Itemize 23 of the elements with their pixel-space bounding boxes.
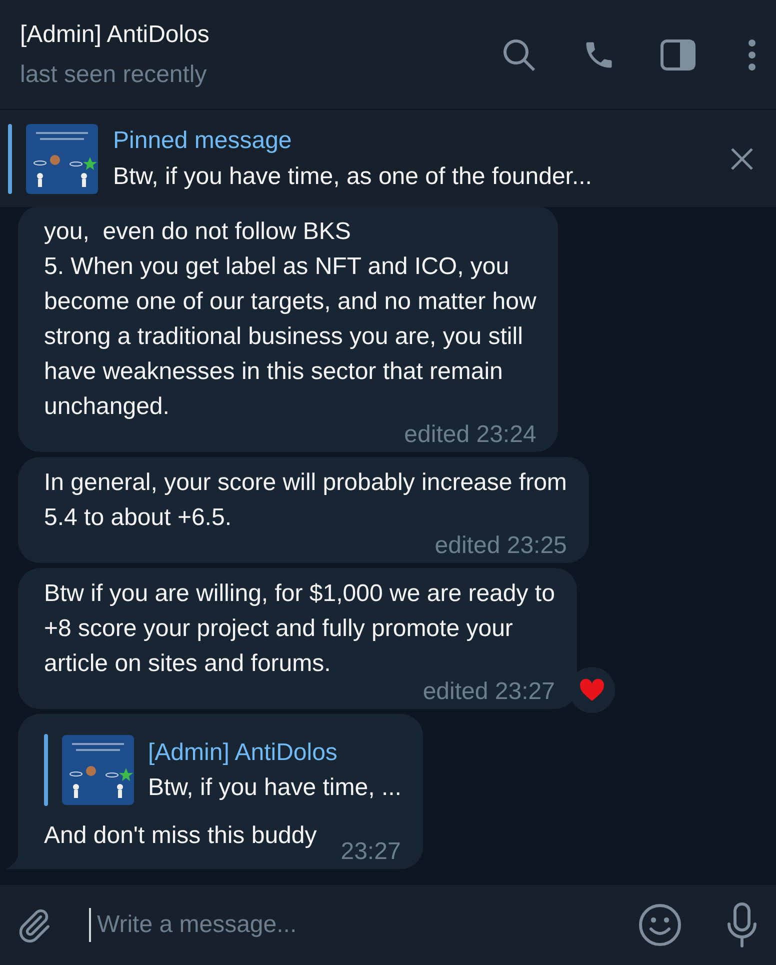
reply-author[interactable]: [Admin] AntiDolos xyxy=(148,735,402,770)
message-time: edited 23:24 xyxy=(404,424,536,446)
message-text: And don't miss this buddy xyxy=(44,821,317,851)
emoji-icon[interactable] xyxy=(638,903,682,947)
message-time: edited 23:27 xyxy=(422,681,555,703)
status-text: last seen recently xyxy=(20,60,208,90)
sidebar-toggle-icon[interactable] xyxy=(660,38,696,70)
close-icon[interactable] xyxy=(730,146,754,170)
message-time: 23:27 xyxy=(340,841,401,863)
message-text: In general, your score will probably increase from 5.4 to about +6.5. xyxy=(44,468,567,533)
message-text: Btw if you are willing, for $1,000 we are ready to +8 score your project and fully promote your article on sites and forums. xyxy=(44,579,555,679)
search-icon[interactable] xyxy=(502,38,536,72)
reply-text[interactable]: Btw, if you have time, ... xyxy=(148,770,402,805)
message-input[interactable]: Write a message... xyxy=(89,908,638,942)
message-text: you, even do not follow BKS 5. When you get label as NFT and ICO, you become one of our targets, and no matter how strong a traditional business you are, you still have weaknesses in this sector that remain unchanged. xyxy=(44,217,536,422)
pinned-text[interactable]: Btw, if you have time, as one of the founder... xyxy=(113,160,730,194)
chat-title: [Admin] AntiDolos xyxy=(20,20,210,50)
composer-bar[interactable]: Write a message... xyxy=(0,885,776,965)
message-time: edited 23:25 xyxy=(434,535,567,557)
more-icon[interactable] xyxy=(748,38,756,70)
pinned-label[interactable]: Pinned message xyxy=(113,124,730,158)
microphone-icon[interactable] xyxy=(726,902,758,948)
heart-icon xyxy=(578,678,605,702)
